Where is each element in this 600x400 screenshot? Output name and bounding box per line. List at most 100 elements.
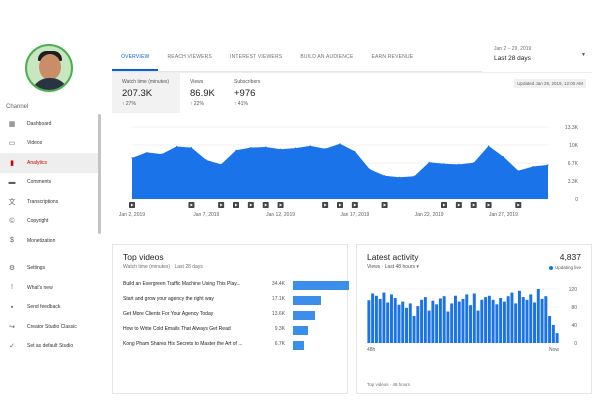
sidebar-item-label: Creator Studio Classic [27,323,77,330]
data-point [309,145,311,147]
activity-bar [401,301,405,343]
activity-bar [480,299,484,343]
y-tick-label: 0 [574,341,577,347]
activity-bar [393,298,397,343]
data-point [354,150,356,152]
activity-bar [540,298,544,343]
tab-reach-viewers[interactable]: REACH VIEWERS [158,48,221,71]
x-end-label: Now [549,347,559,353]
y-tick-label: 0 [575,197,578,203]
realtime-views-chart: 120 80 40 0 48h Now [367,287,577,353]
metric-change: ↑ 27% [122,101,170,107]
video-views-bar [293,326,309,335]
sidebar-item-set-as-default-studio[interactable]: ✓ Set as default Studio [0,337,100,357]
video-views: 9.3K [274,326,285,332]
tab-build-an-audience[interactable]: BUILD AN AUDIENCE [291,48,362,71]
activity-bar [510,292,514,343]
activity-bar [374,295,378,343]
activity-bar [499,298,503,343]
activity-bar [367,300,371,343]
data-point [265,146,267,148]
video-views-bar [293,281,349,290]
data-point [547,164,549,166]
activity-bar [405,307,409,343]
video-title: Build an Evergreen Traffic Machine Using… [123,281,241,287]
sidebar-item-videos[interactable]: ▭ Videos [0,134,100,154]
video-title: Start and grow your agency the right way [123,296,214,302]
data-point [502,156,505,158]
dashboard-icon: ▦ [8,120,16,128]
sidebar-scrollbar[interactable] [98,114,101,234]
video-title: How to Write Cold Emails That Always Get… [123,326,231,332]
activity-bar [450,303,454,343]
top-video-row[interactable]: Kong Pham Shares His Secrets to Master t… [123,341,343,353]
metric-change-value: 27% [125,101,136,107]
tab-interest-viewers[interactable]: INTEREST VIEWERS [221,48,291,71]
sidebar: Channel ▦ Dashboard ▭ Videos ▮ Analytics ▬ Comm… [0,0,104,400]
channel-avatar[interactable] [25,44,73,92]
metric-views[interactable]: Views 86.9K ↑ 22% [180,73,224,113]
activity-bar [446,311,450,343]
sidebar-item-creator-studio-classic[interactable]: ↪ Creator Studio Classic [0,317,100,337]
metric-value: 207.3K [122,88,153,99]
sidebar-item-dashboard[interactable]: ▦ Dashboard [0,114,100,134]
feedback-icon: ▪ [10,303,14,311]
sidebar-item-label: Comments [27,179,52,186]
updated-timestamp: Updated Jan 29, 2019, 12:00 AM [514,79,586,88]
data-point [146,151,148,154]
activity-bar [536,289,540,343]
x-tick-label: Jan 27, 2019 [489,212,518,218]
activity-bar [382,292,386,343]
sidebar-item-transcriptions[interactable]: 文 Transcriptions [0,192,100,212]
data-point [473,162,475,164]
activity-bar [476,310,480,343]
y-tick-label: 10K [569,143,579,149]
sidebar-item-send-feedback[interactable]: ▪ Send feedback [0,298,100,318]
sidebar-item-monetization[interactable]: $ Monetization [0,231,100,251]
top-video-row[interactable]: How to Write Cold Emails That Always Get… [123,326,343,338]
sidebar-item-label: Videos [27,140,43,147]
video-title: Get More Clients For Your Agency Today [123,311,214,317]
activity-bar [408,303,412,343]
sidebar-item-label: Dashboard [27,120,52,127]
top-video-row[interactable]: Build an Evergreen Traffic Machine Using… [123,281,349,293]
analytics-tabs: OVERVIEW REACH VIEWERS INTEREST VIEWERS BUI… [112,48,482,72]
videos-icon: ▭ [8,140,16,148]
date-range-picker[interactable]: Jan 2 – 29, 2019 Last 28 days ▼ [494,46,594,68]
updating-live-label: Updating live [554,265,581,270]
x-tick-label: Jan 2, 2019 [119,212,145,218]
activity-bar [412,316,416,343]
data-point [131,157,133,159]
views-selector-label: Views · Last 48 hours [367,264,415,270]
activity-bar [544,296,548,343]
data-point [517,170,519,172]
x-tick-label: Jan 17, 2019 [340,212,369,218]
sidebar-item-what-s-new[interactable]: ! What's new [0,278,100,298]
data-point [220,163,222,165]
sidebar-item-analytics[interactable]: ▮ Analytics [0,153,100,173]
sidebar-item-label: Set as default Studio [27,343,74,350]
sidebar-item-comments[interactable]: ▬ Comments [0,173,100,193]
tab-earn-revenue[interactable]: EARN REVENUE [362,48,422,71]
data-point [428,161,430,163]
tab-overview[interactable]: OVERVIEW [112,48,159,71]
top-video-row[interactable]: Get More Clients For Your Agency Today 13… [123,311,343,323]
activity-bar [555,333,559,343]
settings-icon: ⚙ [8,265,16,273]
activity-bar [457,301,461,343]
metric-subscribers[interactable]: Subscribers +976 ↑ 41% [224,73,284,113]
top-videos-title: Top videos [123,252,164,262]
activity-bar [551,325,555,343]
metric-change-value: 41% [237,101,248,107]
metric-watch-time[interactable]: Watch time (minutes) 207.3K ↑ 27% [112,73,180,113]
channel-label: Channel [6,104,29,110]
top-video-row[interactable]: Start and grow your agency the right way… [123,296,343,308]
sidebar-item-label: Copyright [27,218,49,225]
activity-bar [491,299,495,343]
activity-bar [465,294,469,343]
y-tick-label: 80 [571,305,577,311]
sidebar-item-copyright[interactable]: © Copyright [0,212,100,232]
video-views: 17.1K [271,296,285,302]
chevron-down-icon: ▼ [581,52,586,58]
sidebar-item-settings[interactable]: ⚙ Settings [0,259,100,279]
